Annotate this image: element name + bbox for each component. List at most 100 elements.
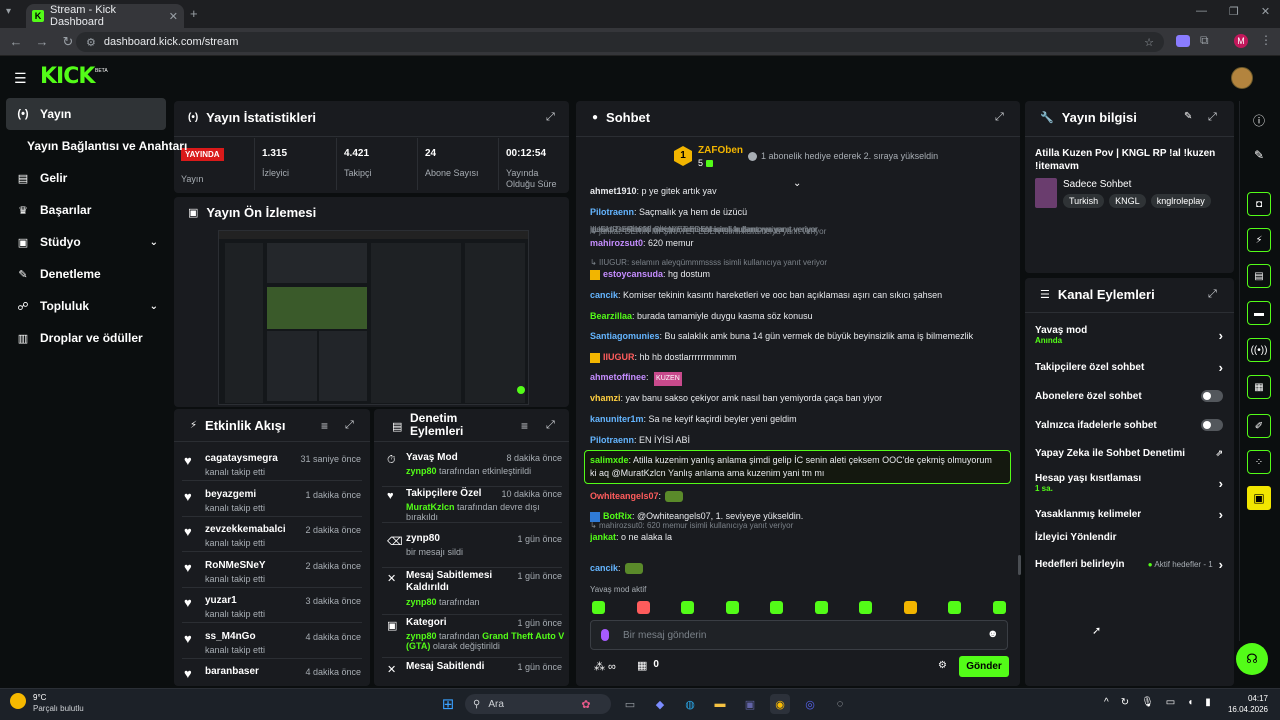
expand-icon[interactable]: ⤢ [546, 111, 555, 124]
toggle-switch[interactable] [1201, 419, 1223, 431]
clock-time[interactable]: 04:17 [1224, 694, 1268, 703]
extension-icon[interactable] [1176, 35, 1190, 47]
emote-button[interactable] [992, 601, 1006, 614]
new-tab-icon[interactable]: + [190, 6, 198, 21]
copilot-icon[interactable]: ◆ [650, 694, 670, 714]
expand-icon[interactable]: ⤢ [546, 419, 555, 432]
pinned-user[interactable]: ZAFOben [698, 145, 743, 156]
sidebar-item-3[interactable]: ♛ Başarılar [6, 194, 166, 226]
chat-username[interactable]: salimxde [590, 455, 629, 465]
extensions-puzzle-icon[interactable]: ⧉ [1200, 33, 1209, 48]
expand-icon[interactable]: ⤢ [995, 111, 1004, 124]
emote-button[interactable] [592, 601, 605, 614]
channel-action-5[interactable]: Hesap yaşı kısıtlaması 1 sa. › [1035, 473, 1223, 493]
files-icon[interactable]: ▭ [620, 694, 640, 714]
support-headset-button[interactable]: ☊ [1236, 643, 1268, 675]
restore-icon[interactable]: ❐ [1229, 5, 1239, 18]
chat-username[interactable]: mahirozsut0 [590, 238, 643, 248]
chevron-down-icon[interactable]: ⌄ [150, 301, 158, 312]
browser-tab[interactable]: K Stream - Kick Dashboard ✕ [26, 4, 184, 28]
expand-icon[interactable]: ⤢ [1208, 111, 1217, 124]
film-icon[interactable]: ▣ [1247, 486, 1271, 510]
tray-battery-icon[interactable]: ▮ [1205, 697, 1211, 708]
chat-input[interactable]: Bir mesaj gönderin ☻ [590, 620, 1008, 650]
filter-icon[interactable]: ≡ [321, 419, 328, 433]
broadcast-icon[interactable]: ((•)) [1247, 338, 1271, 362]
microphone-icon[interactable] [601, 629, 609, 641]
teams-icon[interactable]: ▣ [740, 694, 760, 714]
send-button[interactable]: Gönder [959, 656, 1009, 677]
close-window-icon[interactable]: ✕ [1261, 5, 1270, 18]
wrench-icon[interactable]: ✐ [1247, 414, 1271, 438]
channel-action-0[interactable]: Yavaş mod Anında › [1035, 325, 1223, 345]
back-icon[interactable]: ← [6, 32, 26, 52]
discord-icon[interactable]: ◎ [800, 694, 820, 714]
chevron-right-icon[interactable]: › [1219, 507, 1223, 522]
activity-user[interactable]: cagataysmegra [205, 453, 278, 464]
tray-chevron-icon[interactable]: ^ [1104, 697, 1109, 708]
chat-username[interactable]: IIUGUR [603, 352, 635, 362]
emote-button[interactable] [859, 601, 872, 614]
sidebar-item-4[interactable]: ▣ Stüdyo ⌄ [6, 226, 166, 258]
chat-username[interactable]: vhamzi [590, 393, 621, 403]
hamburger-menu-icon[interactable]: ☰ [14, 70, 27, 87]
tray-sync-icon[interactable]: ↻ [1121, 697, 1129, 708]
sidebar-item-6[interactable]: ☍ Topluluk ⌄ [6, 290, 166, 322]
forward-icon[interactable]: → [32, 32, 52, 52]
emote-button[interactable] [681, 601, 694, 614]
tab-search-icon[interactable]: ▾ [6, 6, 22, 22]
browser-menu-icon[interactable]: ⋮ [1260, 33, 1272, 47]
stream-preview-video[interactable] [218, 230, 529, 405]
document-icon[interactable]: ▤ [1247, 264, 1271, 288]
chat-username[interactable]: Owhiteangels07 [590, 491, 659, 501]
points-display[interactable]: ▦ 0 [637, 659, 659, 672]
expand-icon[interactable]: ⤢ [345, 419, 354, 432]
chat-username[interactable]: ahmetoffinee [590, 372, 646, 382]
sidebar-item-7[interactable]: ▥ Droplar ve ödüller [6, 322, 166, 354]
puzzle-icon[interactable]: ⁘ [1247, 450, 1271, 474]
chrome-icon[interactable]: ◉ [770, 694, 790, 714]
activity-user[interactable]: zevzekkemabalci [205, 524, 286, 535]
weather-icon[interactable] [10, 693, 26, 709]
activity-user[interactable]: beyazgemi [205, 489, 256, 500]
flowers-icon[interactable]: ✿ [576, 694, 596, 714]
weather-temp[interactable]: 9°C [33, 693, 46, 702]
sidebar-item-5[interactable]: ✎ Denetleme [6, 258, 166, 290]
user-avatar[interactable] [1231, 67, 1253, 89]
camera-icon[interactable]: ◘ [1247, 192, 1271, 216]
chat-username[interactable]: cancik [590, 563, 618, 573]
activity-user[interactable]: RoNMeSNeY [205, 560, 266, 571]
emote-button[interactable] [770, 601, 783, 614]
chat-username[interactable]: estoycansuda [603, 269, 663, 279]
windows-start-icon[interactable]: ⊞ [438, 694, 458, 714]
kick-logo[interactable]: KICK [40, 64, 95, 89]
chat-username[interactable]: kanuniter1m [590, 414, 644, 424]
emote-button[interactable] [903, 601, 917, 614]
emoji-icon[interactable]: ☻ [987, 628, 999, 640]
emote-button[interactable] [948, 601, 961, 614]
url-field[interactable]: ⚙ dashboard.kick.com/stream ☆ [76, 32, 1164, 52]
bookmark-star-icon[interactable]: ☆ [1144, 36, 1154, 49]
channel-action-4[interactable]: Yapay Zeka ile Sohbet Denetimi ⇗ [1035, 448, 1223, 459]
mod-user[interactable]: zynp80 [406, 597, 437, 607]
mod-user[interactable]: zynp80 [406, 631, 437, 641]
emote-button[interactable] [725, 601, 739, 614]
info-icon[interactable]: ⓘ [1247, 108, 1271, 132]
mod-user[interactable]: zynp80 [406, 466, 437, 476]
activity-user[interactable]: baranbaser [205, 666, 259, 677]
settings-gear-icon[interactable]: ⚙ [938, 660, 947, 671]
filter-icon[interactable]: ≡ [521, 419, 528, 433]
category-name[interactable]: Sadece Sohbet [1063, 179, 1131, 190]
chat-username[interactable]: Santiagomunies [590, 331, 660, 341]
chevron-right-icon[interactable]: › [1219, 476, 1223, 491]
stream-tag[interactable]: Turkish [1063, 194, 1105, 208]
layout-icon[interactable]: ▦ [1247, 375, 1271, 399]
chat-scrollbar[interactable] [1018, 555, 1021, 575]
channel-action-1[interactable]: Takipçilere özel sohbet › [1035, 360, 1223, 375]
channel-action-2[interactable]: Abonelere özel sohbet [1035, 390, 1223, 402]
sidebar-item-0[interactable]: (•) Yayın [6, 98, 166, 130]
obs-icon[interactable]: ◌ [830, 694, 850, 714]
activity-user[interactable]: yuzar1 [205, 595, 237, 606]
minimize-icon[interactable]: — [1196, 5, 1207, 18]
chat-username[interactable]: jankat [590, 532, 616, 542]
